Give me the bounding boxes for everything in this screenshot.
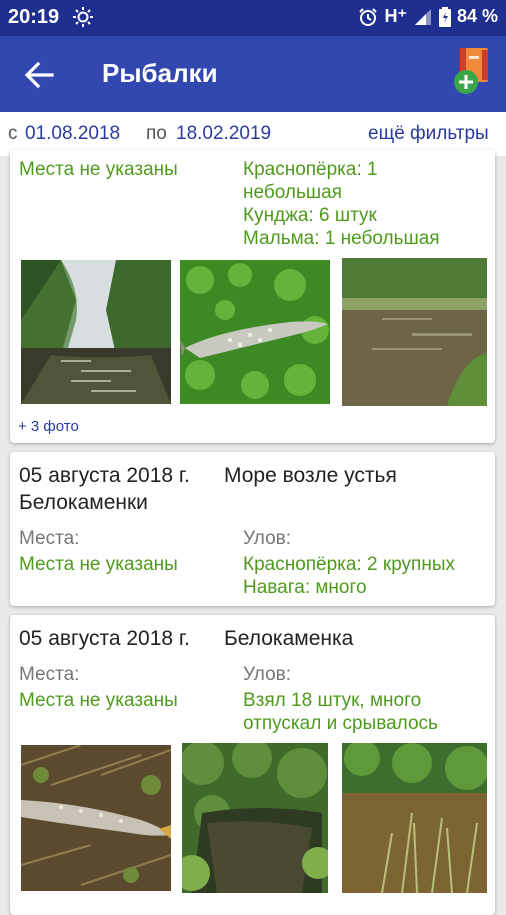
river-bank-photo[interactable] <box>342 258 487 406</box>
creek-photo[interactable] <box>182 743 328 893</box>
catch-line: Краснопёрка: 1 <box>243 159 378 180</box>
status-icons: H⁺ 84 % <box>358 6 498 27</box>
fishing-trip-card[interactable]: 05 августа 2018 г. Белокаменка Места: Ул… <box>10 615 495 915</box>
add-book-icon[interactable] <box>452 48 494 98</box>
places-label: Места: <box>19 664 80 685</box>
network-type: H⁺ <box>384 6 407 26</box>
catch-line: отпускал и срывалось <box>243 713 438 734</box>
status-time: 20:19 <box>8 6 60 28</box>
catch-line: Навага: много <box>243 577 367 598</box>
catch-line: Мальма: 1 небольшая <box>243 228 440 249</box>
alarm-icon <box>359 7 378 26</box>
app-bar: Рыбалки <box>0 36 506 112</box>
more-photos-link[interactable]: + 3 фото <box>18 418 79 435</box>
places-value: Места не указаны <box>19 554 178 575</box>
fish-on-grass-photo[interactable] <box>180 260 330 404</box>
catch-label: Улов: <box>243 528 292 549</box>
trip-place-line2: Белокаменки <box>19 491 148 514</box>
to-label: по <box>146 123 167 144</box>
arrow-back-icon[interactable] <box>22 58 56 92</box>
trip-date: 05 августа 2018 г. <box>19 464 190 487</box>
river-photo[interactable] <box>21 260 171 404</box>
from-date[interactable]: 01.08.2018 <box>25 123 120 145</box>
brightness-icon <box>73 7 93 27</box>
places-value: Места не указаны <box>19 159 178 180</box>
more-filters-link[interactable]: ещё фильтры <box>368 123 489 145</box>
to-date[interactable]: 18.02.2019 <box>176 123 271 145</box>
from-label: с <box>8 123 18 144</box>
catch-line: Краснопёрка: 2 крупных <box>243 554 455 575</box>
catch-line: небольшая <box>243 182 342 203</box>
catch-line: Кунджа: 6 штук <box>243 205 377 226</box>
catch-line: Взял 18 штук, много <box>243 690 422 711</box>
places-label: Места: <box>19 528 80 549</box>
reeds-river-photo[interactable] <box>342 743 487 893</box>
fishing-trip-card[interactable]: 05 августа 2018 г. Море возле устья Бело… <box>10 452 495 606</box>
trip-place: Белокаменка <box>224 627 354 650</box>
fishing-trip-card[interactable]: Места не указаны Краснопёрка: 1 небольша… <box>10 150 495 443</box>
status-bar: 20:19 H⁺ 84 % <box>0 0 506 36</box>
trip-place: Море возле устья <box>224 464 397 487</box>
page-title: Рыбалки <box>102 58 218 88</box>
places-value: Места не указаны <box>19 690 178 711</box>
catch-label: Улов: <box>243 664 292 685</box>
signal-icon <box>414 8 431 25</box>
fish-on-ground-photo[interactable] <box>21 745 171 891</box>
battery-level: 84 % <box>456 6 498 26</box>
trip-date: 05 августа 2018 г. <box>19 627 190 650</box>
battery-icon <box>438 6 451 27</box>
